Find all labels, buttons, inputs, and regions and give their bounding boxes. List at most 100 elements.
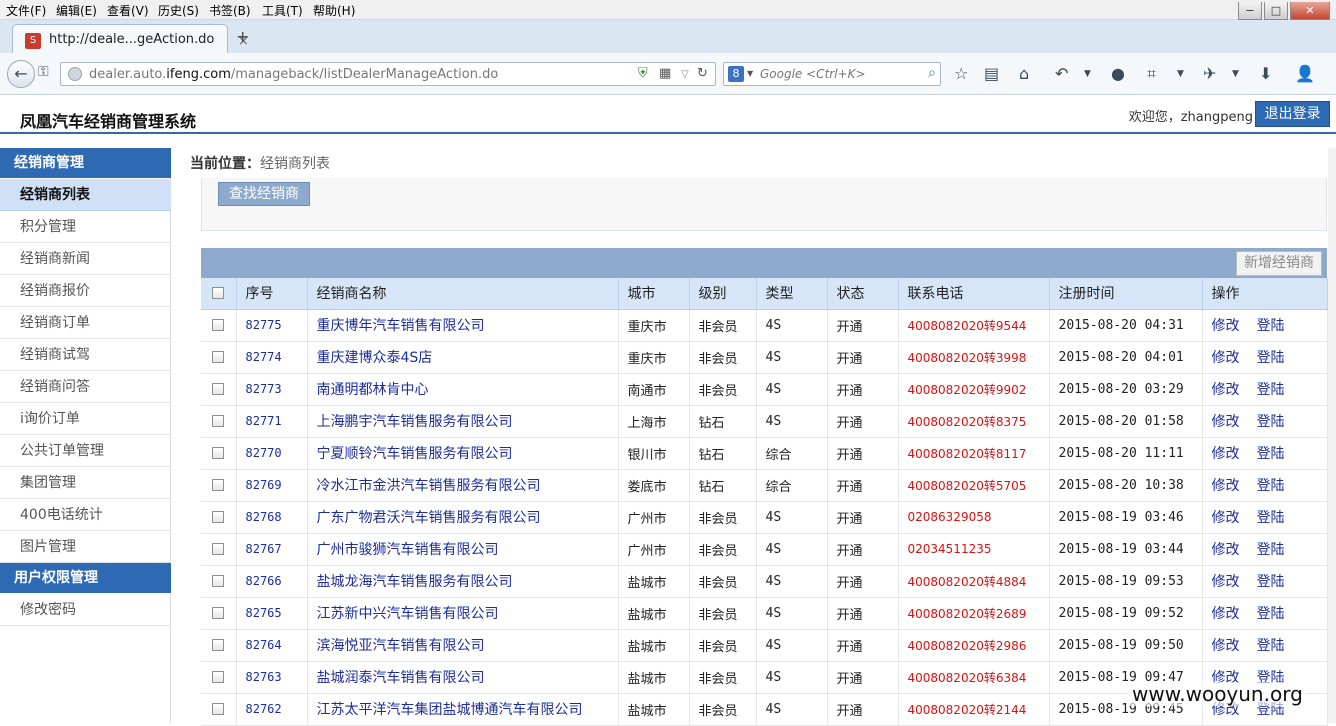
find-dealer-button[interactable]: 查找经销商 [218,182,310,206]
sidebar-item-public-orders[interactable]: 公共订单管理 [0,435,171,467]
sidebar-item-quotes[interactable]: 经销商报价 [0,275,171,307]
dealer-id-link[interactable]: 82768 [246,510,282,524]
user-icon[interactable]: 👤 [1295,64,1315,83]
dealer-id-link[interactable]: 82775 [246,318,282,332]
sidebar-item-change-password[interactable]: 修改密码 [0,594,171,626]
row-checkbox[interactable] [212,639,225,651]
close-window-button[interactable]: ✕ [1290,2,1330,20]
dealer-name-link[interactable]: 上海鹏宇汽车销售服务有限公司 [317,414,513,430]
dealer-name-link[interactable]: 重庆建博众泰4S店 [317,350,433,366]
sidebar-section-dealer-management[interactable]: 经销商管理 [0,148,171,178]
search-box[interactable]: 8 ▼ Google <Ctrl+K> ⌕ [723,62,941,86]
extension-icon[interactable]: ✈ [1203,64,1216,83]
menu-history[interactable]: 历史(S) [158,2,199,19]
new-tab-button[interactable]: + [236,27,249,46]
row-checkbox[interactable] [212,415,225,427]
logout-button[interactable]: 退出登录 [1255,101,1330,127]
google-icon[interactable]: 8 [728,66,744,82]
column-header-id[interactable]: 序号 [236,278,308,310]
row-checkbox[interactable] [212,671,225,683]
extension-dropdown-icon[interactable]: ▼ [1232,69,1239,79]
row-checkbox[interactable] [212,383,225,395]
browser-tab[interactable]: S http://deale...geAction.do × [12,24,249,54]
row-checkbox[interactable] [212,351,225,363]
qrcode-icon[interactable]: ▦ [659,66,671,81]
undo-dropdown-icon[interactable]: ▼ [1084,69,1091,79]
sidebar-item-news[interactable]: 经销商新闻 [0,243,171,275]
login-link[interactable]: 登陆 [1257,382,1285,398]
sidebar-item-qa[interactable]: 经销商问答 [0,371,171,403]
add-dealer-button[interactable]: 新增经销商 [1236,251,1322,276]
engine-dropdown-icon[interactable]: ▼ [747,69,753,78]
row-checkbox[interactable] [212,319,225,331]
sidebar-item-inquiry-orders[interactable]: i询价订单 [0,403,171,435]
dealer-id-link[interactable]: 82773 [246,382,282,396]
dealer-name-link[interactable]: 盐城龙海汽车销售服务有限公司 [317,574,513,590]
column-header-status[interactable]: 状态 [827,278,899,310]
minimize-button[interactable]: − [1238,2,1262,20]
edit-link[interactable]: 修改 [1212,638,1240,654]
dealer-name-link[interactable]: 宁夏顺铃汽车销售服务有限公司 [317,446,513,462]
sidebar-item-400-stats[interactable]: 400电话统计 [0,499,171,531]
dealer-name-link[interactable]: 滨海悦亚汽车销售有限公司 [317,638,485,654]
column-header-type[interactable]: 类型 [756,278,828,310]
crop-icon[interactable]: ⌗ [1147,64,1156,84]
column-header-level[interactable]: 级别 [689,278,757,310]
dealer-id-link[interactable]: 82770 [246,446,282,460]
dealer-name-link[interactable]: 广东广物君沃汽车销售服务有限公司 [317,510,541,526]
edit-link[interactable]: 修改 [1212,446,1240,462]
dealer-name-link[interactable]: 冷水江市金洪汽车销售服务有限公司 [317,478,541,494]
select-all-checkbox[interactable] [212,287,225,300]
edit-link[interactable]: 修改 [1212,382,1240,398]
undo-icon[interactable]: ↶ [1055,64,1068,83]
login-link[interactable]: 登陆 [1257,446,1285,462]
edit-link[interactable]: 修改 [1212,574,1240,590]
sidebar-section-user-permissions[interactable]: 用户权限管理 [0,563,171,593]
sidebar-item-groups[interactable]: 集团管理 [0,467,171,499]
row-checkbox[interactable] [212,511,225,523]
reload-icon[interactable]: ↻ [697,66,708,81]
row-checkbox[interactable] [212,703,225,715]
login-link[interactable]: 登陆 [1257,414,1285,430]
dealer-id-link[interactable]: 82762 [246,702,282,716]
dealer-id-link[interactable]: 82766 [246,574,282,588]
column-header-name[interactable]: 经销商名称 [307,278,619,310]
edit-link[interactable]: 修改 [1212,542,1240,558]
back-button[interactable]: ← [7,60,35,88]
edit-link[interactable]: 修改 [1212,350,1240,366]
column-header-phone[interactable]: 联系电话 [898,278,1050,310]
login-link[interactable]: 登陆 [1257,478,1285,494]
dealer-name-link[interactable]: 重庆博年汽车销售有限公司 [317,318,485,334]
search-icon[interactable]: ⌕ [928,65,936,81]
login-link[interactable]: 登陆 [1257,638,1285,654]
edit-link[interactable]: 修改 [1212,606,1240,622]
login-link[interactable]: 登陆 [1257,542,1285,558]
login-link[interactable]: 登陆 [1257,350,1285,366]
menu-tools[interactable]: 工具(T) [262,2,303,19]
sidebar-item-points[interactable]: 积分管理 [0,211,171,243]
login-link[interactable]: 登陆 [1257,606,1285,622]
column-header-city[interactable]: 城市 [618,278,690,310]
login-link[interactable]: 登陆 [1257,318,1285,334]
sidebar-item-test-drive[interactable]: 经销商试驾 [0,339,171,371]
column-header-reg-time[interactable]: 注册时间 [1049,278,1203,310]
edit-link[interactable]: 修改 [1212,318,1240,334]
dealer-id-link[interactable]: 82774 [246,350,282,364]
menu-edit[interactable]: 编辑(E) [56,2,97,19]
menu-file[interactable]: 文件(F) [6,2,46,19]
dropdown-arrow-icon[interactable]: ▽ [681,69,689,80]
dealer-name-link[interactable]: 南通明都林肯中心 [317,382,429,398]
row-checkbox[interactable] [212,575,225,587]
edit-link[interactable]: 修改 [1212,414,1240,430]
row-checkbox[interactable] [212,479,225,491]
menu-bookmarks[interactable]: 书签(B) [209,2,251,19]
dealer-id-link[interactable]: 82763 [246,670,282,684]
dealer-id-link[interactable]: 82769 [246,478,282,492]
dealer-id-link[interactable]: 82765 [246,606,282,620]
download-icon[interactable]: ⬇ [1259,64,1272,83]
dealer-name-link[interactable]: 江苏新中兴汽车销售有限公司 [317,606,499,622]
page-scrollbar[interactable] [1328,148,1336,723]
dealer-id-link[interactable]: 82767 [246,542,282,556]
dealer-name-link[interactable]: 江苏太平洋汽车集团盐城博通汽车有限公司 [317,702,583,718]
dealer-id-link[interactable]: 82771 [246,414,282,428]
